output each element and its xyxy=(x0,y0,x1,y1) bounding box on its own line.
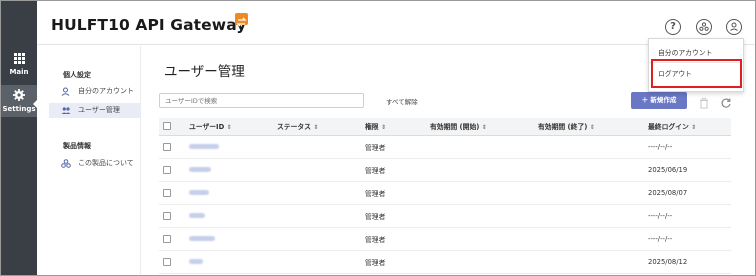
status-cell xyxy=(273,158,361,182)
apps-icon[interactable] xyxy=(696,19,712,35)
sort-icon: ⇕ xyxy=(589,124,595,132)
user-id-link-redacted[interactable] xyxy=(189,213,205,218)
help-icon[interactable]: ? xyxy=(665,19,681,35)
sidebar-item-about[interactable]: この製品について xyxy=(49,156,141,171)
column-header-role[interactable]: 権限 ⇕ xyxy=(361,118,426,136)
product-icon xyxy=(61,159,71,168)
sidebar-item-label: ユーザー管理 xyxy=(78,106,120,114)
last-login-cell: 2025/08/12 xyxy=(644,250,731,274)
status-cell xyxy=(273,250,361,274)
settings-sidebar: 個人設定 自分のアカウント ユーザー管理 製品情報 この製品について xyxy=(37,46,141,275)
product-logo-text: HULFT10 API Gateway xyxy=(51,16,247,34)
valid-to-cell xyxy=(534,204,644,228)
logout-highlight-box xyxy=(651,59,742,88)
rail-item-settings-label: Settings xyxy=(2,105,36,113)
status-cell xyxy=(273,204,361,228)
user-id-link-redacted[interactable] xyxy=(189,144,219,149)
exchange-badge-icon xyxy=(235,13,248,27)
valid-to-cell xyxy=(534,135,644,159)
valid-to-cell xyxy=(534,227,644,251)
valid-from-cell xyxy=(426,227,534,251)
select-all-checkbox-cell[interactable] xyxy=(159,118,185,136)
row-checkbox[interactable] xyxy=(163,211,171,220)
table-row[interactable]: 管理者 2025/08/12 xyxy=(159,250,731,274)
column-header-valid-to[interactable]: 有効期間 (終了) ⇕ xyxy=(534,118,644,136)
valid-from-cell xyxy=(426,181,534,205)
sort-icon: ⇕ xyxy=(691,124,697,132)
select-all-checkbox[interactable] xyxy=(163,122,171,131)
user-id-link-redacted[interactable] xyxy=(189,236,215,241)
valid-from-cell xyxy=(426,135,534,159)
valid-from-cell xyxy=(426,204,534,228)
sidebar-heading-product: 製品情報 xyxy=(63,142,91,150)
column-header-status[interactable]: ステータス ⇕ xyxy=(273,118,361,136)
column-header-user-id[interactable]: ユーザーID ⇕ xyxy=(185,118,273,136)
table-row[interactable]: 管理者 ----/--/-- xyxy=(159,204,731,228)
status-cell xyxy=(273,181,361,205)
role-cell: 管理者 xyxy=(361,135,426,159)
last-login-cell: 2025/06/19 xyxy=(644,158,731,182)
refresh-icon[interactable] xyxy=(720,94,732,108)
table-row[interactable]: 管理者 ----/--/-- xyxy=(159,135,731,159)
row-checkbox[interactable] xyxy=(163,188,171,197)
users-table: ユーザーID ⇕ ステータス ⇕ 権限 ⇕ 有効期間 (開始) ⇕ 有効期間 (… xyxy=(159,118,731,274)
sort-icon: ⇕ xyxy=(481,124,487,132)
sidebar-heading-personal: 個人設定 xyxy=(63,71,91,79)
valid-from-cell xyxy=(426,250,534,274)
role-cell: 管理者 xyxy=(361,250,426,274)
role-cell: 管理者 xyxy=(361,204,426,228)
sidebar-item-my-account[interactable]: 自分のアカウント xyxy=(49,84,141,99)
last-login-cell: 2025/08/07 xyxy=(644,181,731,205)
rail-item-settings[interactable]: Settings xyxy=(1,85,37,117)
nav-rail: Main Settings xyxy=(1,1,38,275)
sort-icon: ⇕ xyxy=(226,124,232,132)
role-cell: 管理者 xyxy=(361,158,426,182)
valid-to-cell xyxy=(534,250,644,274)
user-id-link-redacted[interactable] xyxy=(189,167,211,172)
last-login-cell: ----/--/-- xyxy=(644,204,731,228)
user-id-link-redacted[interactable] xyxy=(189,190,209,195)
create-new-button[interactable]: ＋ 新規作成 xyxy=(631,92,687,109)
app-window: Main Settings HULFT10 API Gateway ? 個人設定… xyxy=(0,0,756,276)
row-checkbox[interactable] xyxy=(163,165,171,174)
role-cell: 管理者 xyxy=(361,181,426,205)
status-cell xyxy=(273,227,361,251)
sidebar-item-label: この製品について xyxy=(78,159,134,167)
page-title: ユーザー管理 xyxy=(164,64,245,80)
table-row[interactable]: 管理者 2025/08/07 xyxy=(159,181,731,205)
last-login-cell: ----/--/-- xyxy=(644,135,731,159)
valid-to-cell xyxy=(534,181,644,205)
user-id-search-input[interactable] xyxy=(159,93,364,108)
user-icon xyxy=(61,87,70,96)
trash-icon[interactable] xyxy=(698,94,710,109)
sort-icon: ⇕ xyxy=(380,124,386,132)
row-checkbox[interactable] xyxy=(163,234,171,243)
column-header-valid-from[interactable]: 有効期間 (開始) ⇕ xyxy=(426,118,534,136)
row-checkbox[interactable] xyxy=(163,142,171,151)
gear-icon xyxy=(1,89,37,103)
status-cell xyxy=(273,135,361,159)
valid-from-cell xyxy=(426,158,534,182)
sidebar-item-label: 自分のアカウント xyxy=(78,87,134,95)
role-cell: 管理者 xyxy=(361,227,426,251)
rail-item-main-label: Main xyxy=(9,68,29,76)
user-id-link-redacted[interactable] xyxy=(189,259,203,264)
users-icon xyxy=(61,106,71,115)
table-header-row: ユーザーID ⇕ ステータス ⇕ 権限 ⇕ 有効期間 (開始) ⇕ 有効期間 (… xyxy=(159,118,731,136)
clear-all-link[interactable]: すべて解除 xyxy=(386,96,418,106)
valid-to-cell xyxy=(534,158,644,182)
grid-icon xyxy=(1,53,37,66)
table-row[interactable]: 管理者 2025/06/19 xyxy=(159,158,731,182)
sidebar-item-user-management[interactable]: ユーザー管理 xyxy=(49,103,141,118)
sort-icon: ⇕ xyxy=(313,124,319,132)
column-header-last-login[interactable]: 最終ログイン ⇕ xyxy=(644,118,731,136)
table-row[interactable]: 管理者 ----/--/-- xyxy=(159,227,731,251)
last-login-cell: ----/--/-- xyxy=(644,227,731,251)
row-checkbox[interactable] xyxy=(163,257,171,266)
rail-item-main[interactable]: Main xyxy=(1,53,37,76)
account-icon[interactable] xyxy=(726,19,742,35)
